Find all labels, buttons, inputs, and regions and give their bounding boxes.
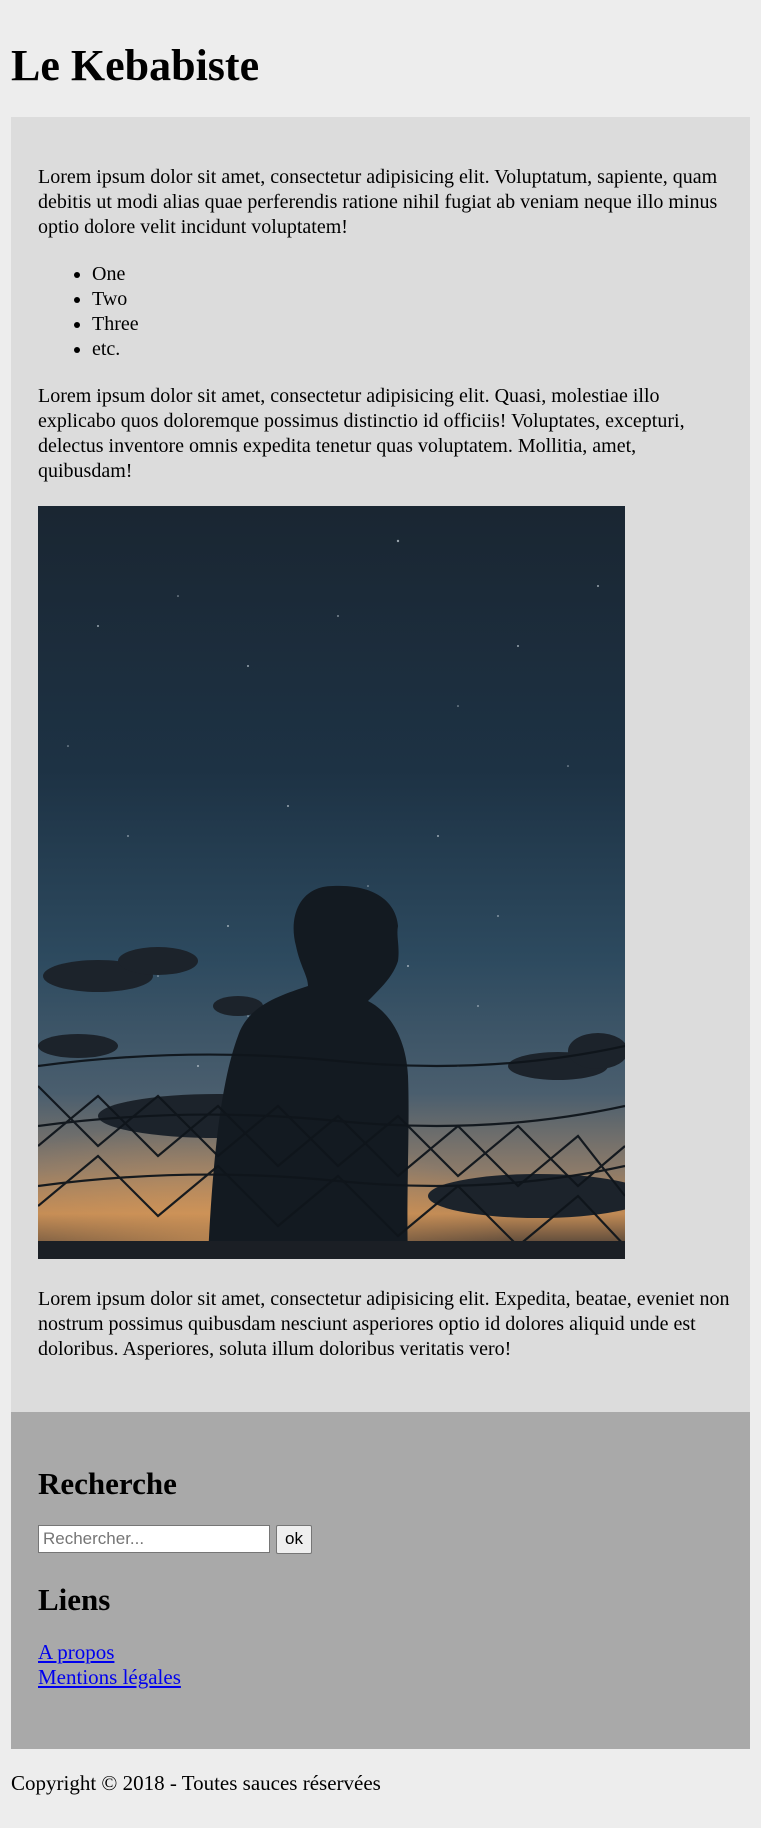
list-item: One (92, 262, 733, 287)
site-title: Le Kebabiste (11, 41, 260, 90)
main-content: Lorem ipsum dolor sit amet, consectetur … (11, 117, 750, 1412)
list-item: Two (92, 287, 733, 312)
search-heading: Recherche (38, 1466, 177, 1501)
article: Lorem ipsum dolor sit amet, consectetur … (38, 165, 733, 1362)
bullet-list: One Two Three etc. (38, 262, 733, 362)
footer-copyright: Copyright © 2018 - Toutes sauces réservé… (11, 1771, 381, 1795)
paragraph: Lorem ipsum dolor sit amet, consectetur … (38, 385, 685, 482)
link-legal-notices[interactable]: Mentions légales (38, 1665, 181, 1690)
link-about[interactable]: A propos (38, 1640, 114, 1665)
search-submit-button[interactable]: ok (276, 1524, 312, 1554)
paragraph: Lorem ipsum dolor sit amet, consectetur … (38, 1288, 730, 1360)
links-heading: Liens (38, 1582, 111, 1617)
links-list: A propos Mentions légales (38, 1640, 728, 1690)
search-input[interactable] (38, 1525, 270, 1553)
list-item: Three (92, 312, 733, 337)
sidebar: Recherche ok Liens A propos Mentions lég… (11, 1412, 750, 1749)
paragraph: Lorem ipsum dolor sit amet, consectetur … (38, 166, 718, 238)
search-form: ok (38, 1524, 728, 1554)
list-item: etc. (92, 337, 733, 362)
night-sky-silhouette-photo (38, 506, 625, 1259)
